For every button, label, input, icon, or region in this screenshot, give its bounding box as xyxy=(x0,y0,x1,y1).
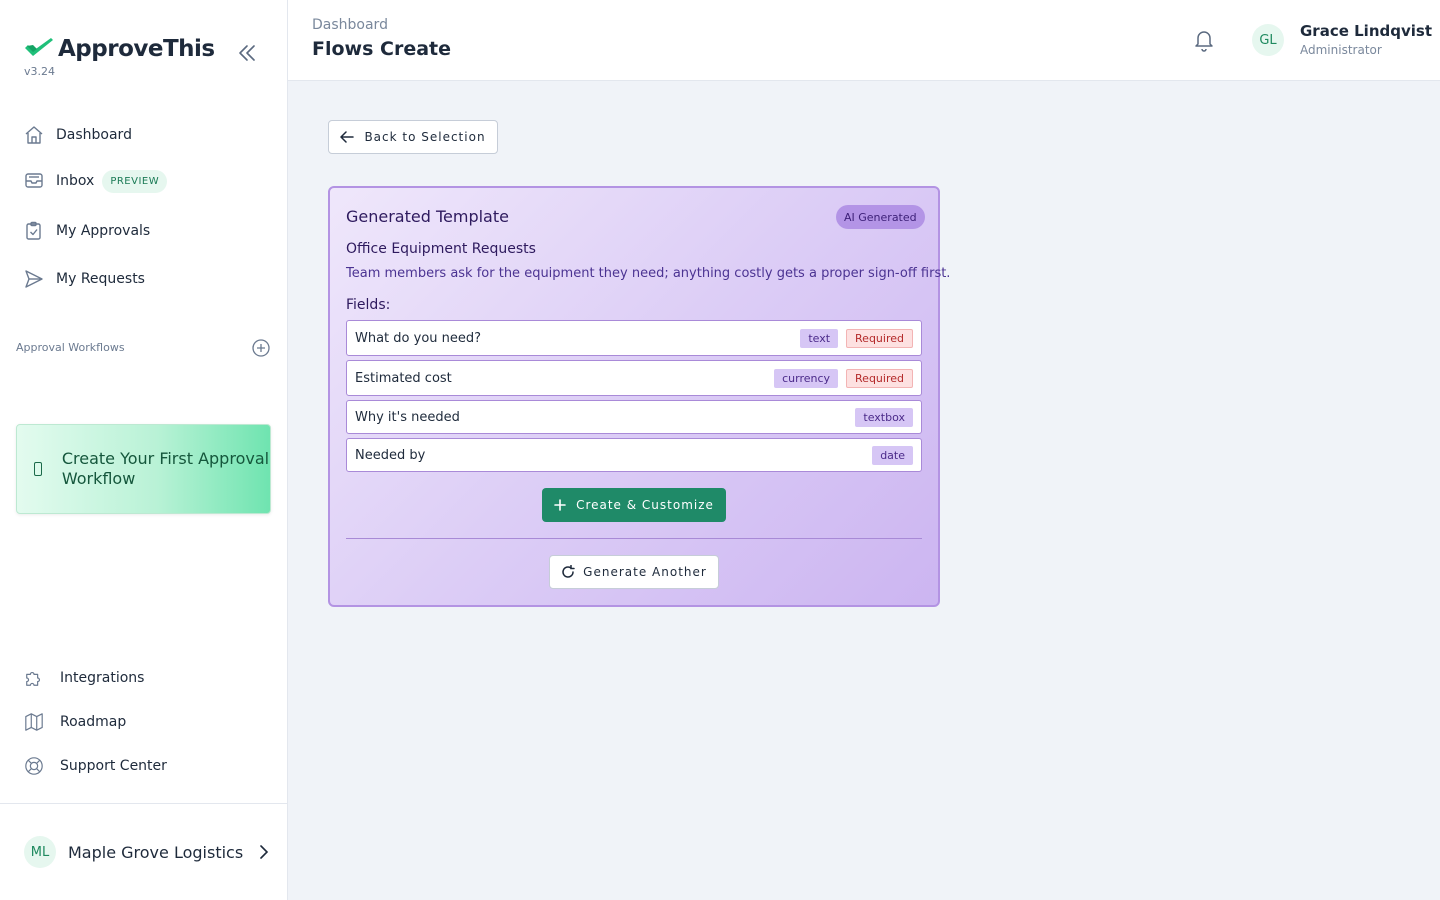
ai-generated-badge: AI Generated xyxy=(836,205,925,229)
generate-another-button[interactable]: Generate Another xyxy=(549,555,719,589)
template-divider xyxy=(346,538,922,539)
send-icon xyxy=(24,269,44,289)
lifebuoy-icon xyxy=(24,756,44,776)
nav-item-my-approvals[interactable]: My Approvals xyxy=(24,217,150,245)
back-label: Back to Selection xyxy=(364,130,486,144)
regenerate-label: Generate Another xyxy=(583,565,707,579)
back-to-selection-button[interactable]: Back to Selection xyxy=(328,120,498,154)
brand[interactable]: ApproveThis xyxy=(24,36,215,62)
nav-label: My Approvals xyxy=(56,223,151,239)
collapse-sidebar-button[interactable] xyxy=(234,40,260,66)
page-title: Flows Create xyxy=(312,38,452,60)
user-name: Grace Lindqvist xyxy=(1300,22,1432,40)
field-type-tag: currency xyxy=(774,368,839,388)
top-header: Dashboard Flows Create GL Grace Lindqvis… xyxy=(288,0,1440,81)
nav-item-my-requests[interactable]: My Requests xyxy=(24,265,145,293)
field-name: Why it's needed xyxy=(355,409,460,425)
add-workflow-button[interactable] xyxy=(251,338,271,358)
plus-icon xyxy=(554,499,566,511)
user-role: Administrator xyxy=(1300,43,1382,57)
notifications-button[interactable] xyxy=(1192,28,1216,52)
template-heading: Generated Template xyxy=(346,207,509,226)
nav-label: Roadmap xyxy=(60,714,127,730)
nav-label: Dashboard xyxy=(56,127,132,143)
field-name: Needed by xyxy=(355,447,426,463)
required-tag: Required xyxy=(846,328,913,348)
field-name: What do you need? xyxy=(355,330,482,346)
org-avatar: ML xyxy=(24,836,56,868)
nav-item-inbox[interactable]: Inbox PREVIEW xyxy=(24,167,168,195)
field-row: Why it's needed textbox xyxy=(346,400,922,434)
app-version: v3.24 xyxy=(24,65,56,78)
fields-label: Fields: xyxy=(346,297,391,313)
nav-item-integrations[interactable]: Integrations xyxy=(24,664,144,692)
plus-circle-icon xyxy=(252,339,270,357)
field-row: What do you need? text Required xyxy=(346,320,922,356)
org-name: Maple Grove Logistics xyxy=(68,842,244,862)
field-row: Needed by date xyxy=(346,438,922,472)
approval-workflows-title: Approval Workflows xyxy=(16,341,125,354)
create-label: Create & Customize xyxy=(576,498,714,512)
refresh-icon xyxy=(562,565,575,578)
chevron-right-icon xyxy=(260,845,269,859)
preview-badge: PREVIEW xyxy=(102,169,168,193)
arrow-left-icon xyxy=(340,131,355,143)
app-name: ApproveThis xyxy=(58,36,215,62)
nav-item-roadmap[interactable]: Roadmap xyxy=(24,708,126,736)
document-icon xyxy=(34,462,42,476)
clipboard-check-icon xyxy=(24,221,44,241)
nav-item-support-center[interactable]: Support Center xyxy=(24,752,167,780)
home-icon xyxy=(24,125,44,145)
nav-label: My Requests xyxy=(56,271,145,287)
breadcrumb[interactable]: Dashboard xyxy=(312,17,388,33)
sidebar: ApproveThis v3.24 Dashboard Inbox PREVIE… xyxy=(0,0,288,900)
field-name: Estimated cost xyxy=(355,370,452,386)
template-name: Office Equipment Requests xyxy=(346,241,536,257)
approvethis-logo-icon xyxy=(25,38,53,56)
nav-label: Integrations xyxy=(60,670,145,686)
puzzle-icon xyxy=(24,668,44,688)
nav-label: Inbox xyxy=(56,173,95,189)
chevrons-left-icon xyxy=(239,45,255,61)
user-avatar[interactable]: GL xyxy=(1252,24,1284,56)
required-tag: Required xyxy=(846,368,913,388)
nav-label: Support Center xyxy=(60,758,167,774)
generated-template-card: Generated Template AI Generated Office E… xyxy=(328,186,950,607)
sidebar-divider xyxy=(0,803,288,804)
inbox-icon xyxy=(24,171,44,191)
field-row: Estimated cost currency Required xyxy=(346,360,922,396)
field-type-tag: date xyxy=(872,445,913,465)
cta-label: Create Your First Approval Workflow xyxy=(61,449,270,488)
map-icon xyxy=(24,712,44,732)
create-and-customize-button[interactable]: Create & Customize xyxy=(542,488,726,522)
organization-switcher[interactable]: ML Maple Grove Logistics xyxy=(24,836,271,868)
nav-item-dashboard[interactable]: Dashboard xyxy=(24,121,132,149)
field-type-tag: textbox xyxy=(855,407,913,427)
create-first-workflow-button[interactable]: Create Your First Approval Workflow xyxy=(16,424,271,514)
bell-icon xyxy=(1195,31,1213,52)
field-type-tag: text xyxy=(800,328,839,348)
template-description: Team members ask for the equipment they … xyxy=(346,266,951,281)
